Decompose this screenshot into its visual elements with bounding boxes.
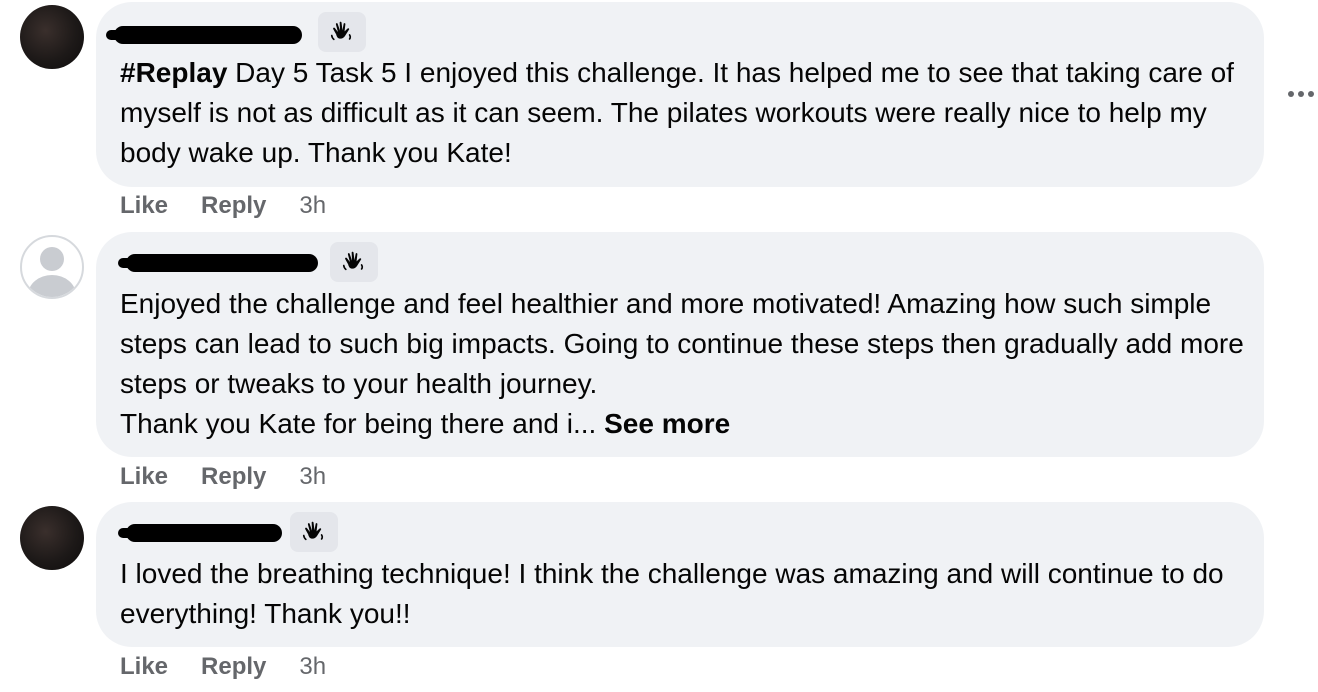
comment: I loved the breathing technique! I think…	[0, 500, 1318, 692]
comment-bubble: I loved the breathing technique! I think…	[96, 502, 1264, 647]
more-dot	[1298, 91, 1304, 97]
commenter-name-redacted[interactable]	[118, 254, 318, 272]
avatar[interactable]	[20, 506, 84, 570]
like-button[interactable]: Like	[120, 652, 168, 682]
more-dot	[1288, 91, 1294, 97]
reply-button[interactable]: Reply	[201, 462, 266, 492]
avatar[interactable]	[20, 235, 84, 299]
more-options-icon[interactable]	[1286, 80, 1316, 108]
waving-hand-icon	[342, 251, 364, 271]
community-badge[interactable]	[290, 512, 338, 552]
comment-actions: Like Reply 3h	[120, 652, 326, 682]
comment-bubble: #Replay Day 5 Task 5 I enjoyed this chal…	[96, 2, 1264, 187]
timestamp[interactable]: 3h	[299, 652, 326, 682]
comment-bubble: Enjoyed the challenge and feel healthier…	[96, 232, 1264, 457]
avatar[interactable]	[20, 5, 84, 69]
reply-button[interactable]: Reply	[201, 191, 266, 221]
commenter-name-redacted[interactable]	[118, 524, 282, 542]
see-more-link[interactable]: See more	[604, 408, 730, 439]
comment-actions: Like Reply 3h	[120, 191, 326, 221]
comment: Enjoyed the challenge and feel healthier…	[0, 230, 1318, 500]
comment-actions: Like Reply 3h	[120, 462, 326, 492]
like-button[interactable]: Like	[120, 191, 168, 221]
comment-body: I loved the breathing technique! I think…	[120, 558, 1224, 629]
more-dot	[1308, 91, 1314, 97]
timestamp[interactable]: 3h	[299, 462, 326, 492]
comment-text: Enjoyed the challenge and feel healthier…	[120, 284, 1244, 444]
commenter-name-redacted[interactable]	[106, 26, 302, 44]
reply-button[interactable]: Reply	[201, 652, 266, 682]
like-button[interactable]: Like	[120, 462, 168, 492]
waving-hand-icon	[302, 521, 324, 541]
community-badge[interactable]	[330, 242, 378, 282]
hashtag-link[interactable]: #Replay	[120, 57, 227, 88]
default-avatar-shoulders	[28, 275, 76, 297]
community-badge[interactable]	[318, 12, 366, 52]
default-avatar-head	[40, 247, 64, 271]
timestamp[interactable]: 3h	[299, 191, 326, 221]
comment-text: I loved the breathing technique! I think…	[120, 554, 1244, 634]
comment-body: Day 5 Task 5 I enjoyed this challenge. I…	[120, 57, 1234, 168]
comment: #Replay Day 5 Task 5 I enjoyed this chal…	[0, 0, 1318, 230]
waving-hand-icon	[330, 21, 352, 41]
comment-text: #Replay Day 5 Task 5 I enjoyed this chal…	[120, 53, 1244, 173]
